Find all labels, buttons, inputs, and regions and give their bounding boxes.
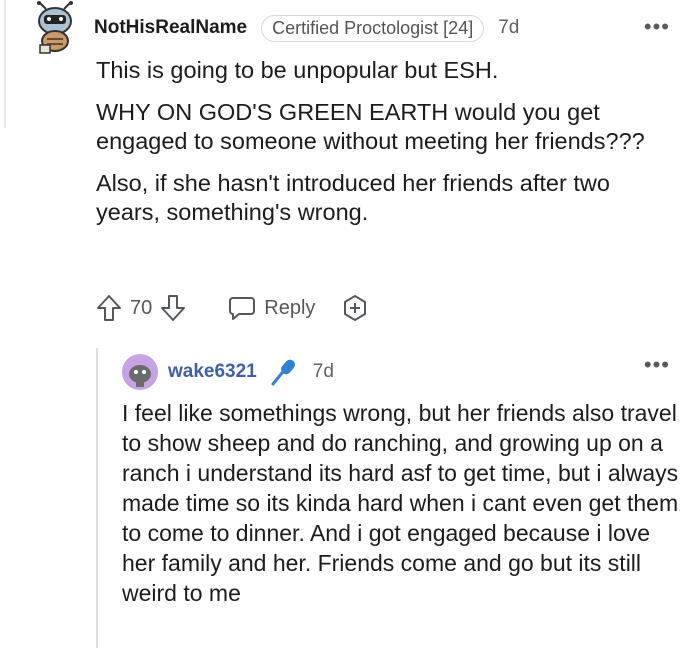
timestamp: 7d — [498, 17, 520, 38]
username[interactable]: NotHisRealName — [94, 17, 247, 39]
reply-button[interactable]: Reply — [228, 295, 315, 321]
comment-bubble-icon — [228, 295, 256, 321]
avatar[interactable] — [122, 354, 158, 390]
snoo-avatar-icon — [37, 1, 73, 54]
microphone-icon — [269, 357, 299, 387]
comment-paragraph: Also, if she hasn't introduced her frien… — [96, 169, 610, 226]
thread-line — [4, 0, 6, 128]
more-options-icon[interactable]: ••• — [644, 16, 670, 38]
snoo-avatar-icon — [122, 354, 158, 390]
award-icon[interactable] — [341, 294, 369, 322]
reply-comment: wake6321 7d ••• I feel like somethings w… — [122, 350, 700, 608]
timestamp: 7d — [312, 361, 334, 382]
comment-paragraph: WHY ON GOD'S GREEN EARTH would you get e… — [96, 98, 645, 155]
user-flair: Certified Proctologist [24] — [261, 14, 485, 42]
comment-header: NotHisRealName Certified Proctologist [2… — [32, 0, 700, 56]
comment: NotHisRealName Certified Proctologist [2… — [32, 0, 700, 240]
username[interactable]: wake6321 — [168, 361, 257, 383]
downvote-icon[interactable] — [160, 294, 186, 322]
avatar[interactable] — [32, 1, 82, 55]
reply-label: Reply — [264, 296, 316, 319]
vote-count: 70 — [130, 296, 153, 319]
comment-paragraph: This is going to be unpopular but ESH. — [96, 57, 499, 83]
upvote-icon[interactable] — [96, 294, 122, 322]
more-options-icon[interactable]: ••• — [644, 354, 670, 376]
reply-body: I feel like somethings wrong, but her fr… — [122, 400, 679, 606]
comment-actions: 70 Reply — [96, 288, 369, 328]
comment-body: This is going to be unpopular but ESH. W… — [96, 56, 676, 228]
reply-header: wake6321 7d ••• — [122, 350, 700, 394]
reply-thread-line[interactable] — [96, 348, 98, 648]
